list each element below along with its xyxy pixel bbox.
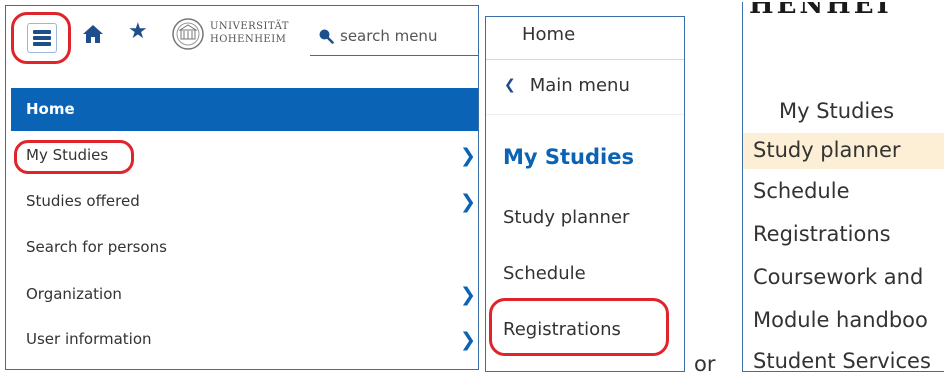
section-title: My Studies bbox=[779, 99, 895, 123]
menu-item-organization[interactable]: Organization ❯ bbox=[11, 275, 478, 315]
top-bar: ★ UNIVERSITÄT HOHENHEIM bbox=[6, 6, 478, 78]
menu-item-label: Studies offered bbox=[26, 192, 140, 210]
menu-item-registrations[interactable]: Registrations bbox=[753, 222, 891, 246]
logo-text: UNIVERSITÄT HOHENHEIM bbox=[210, 20, 289, 46]
chevron-right-icon[interactable]: ❯ bbox=[460, 284, 476, 306]
menu-item-home[interactable]: Home bbox=[11, 88, 478, 131]
menu-item-study-planner[interactable]: Study planner bbox=[753, 138, 901, 162]
divider bbox=[486, 59, 684, 60]
chevron-right-icon[interactable]: ❯ bbox=[460, 329, 476, 351]
search-box bbox=[310, 18, 478, 56]
favorites-star-icon[interactable]: ★ bbox=[128, 19, 148, 45]
menu-item-module-handbook[interactable]: Module handboo bbox=[753, 308, 928, 332]
menu-item-label: Organization bbox=[26, 285, 122, 303]
search-input[interactable] bbox=[340, 24, 470, 48]
search-icon[interactable] bbox=[318, 28, 334, 44]
menu-item-schedule[interactable]: Schedule bbox=[753, 179, 850, 203]
logo-line-1: UNIVERSITÄT bbox=[210, 21, 289, 32]
menu-item-label: Search for persons bbox=[26, 238, 167, 256]
menu-item-user-information[interactable]: User information ❯ bbox=[11, 320, 478, 360]
main-menu-label: Main menu bbox=[529, 75, 630, 96]
section-title: My Studies bbox=[503, 145, 634, 169]
menu-item-label: User information bbox=[26, 330, 152, 348]
chevron-right-icon[interactable]: ❯ bbox=[460, 191, 476, 213]
submenu-item-schedule[interactable]: Schedule bbox=[503, 263, 586, 284]
menu-item-search-for-persons[interactable]: Search for persons bbox=[11, 228, 478, 268]
main-menu-panel: ★ UNIVERSITÄT HOHENHEIM Ho bbox=[5, 5, 479, 370]
submenu-item-study-planner[interactable]: Study planner bbox=[503, 207, 629, 228]
back-to-main-menu[interactable]: ❮ Main menu bbox=[504, 75, 630, 96]
university-logo[interactable]: UNIVERSITÄT HOHENHEIM bbox=[172, 18, 302, 54]
menu-item-student-services[interactable]: Student Services bbox=[753, 349, 931, 371]
or-label: or bbox=[694, 352, 716, 376]
chevron-left-icon: ❮ bbox=[504, 77, 516, 93]
breadcrumb-home[interactable]: Home bbox=[522, 24, 575, 45]
logo-fragment: HENHEI bbox=[749, 2, 892, 20]
highlight-ring-menu bbox=[11, 12, 71, 64]
menu-item-studies-offered[interactable]: Studies offered ❯ bbox=[11, 182, 478, 222]
highlight-ring-registrations bbox=[489, 298, 669, 356]
chevron-right-icon[interactable]: ❯ bbox=[460, 145, 476, 167]
highlight-ring-my-studies bbox=[14, 140, 134, 174]
alternate-menu-panel: HENHEI My Studies Study planner Schedule… bbox=[742, 2, 944, 372]
divider bbox=[486, 114, 684, 115]
logo-line-2: HOHENHEIM bbox=[210, 34, 287, 45]
home-icon[interactable] bbox=[82, 23, 104, 45]
hamburger-menu-icon[interactable] bbox=[27, 23, 57, 53]
menu-item-coursework[interactable]: Coursework and bbox=[753, 265, 923, 289]
university-seal-icon bbox=[172, 18, 204, 50]
